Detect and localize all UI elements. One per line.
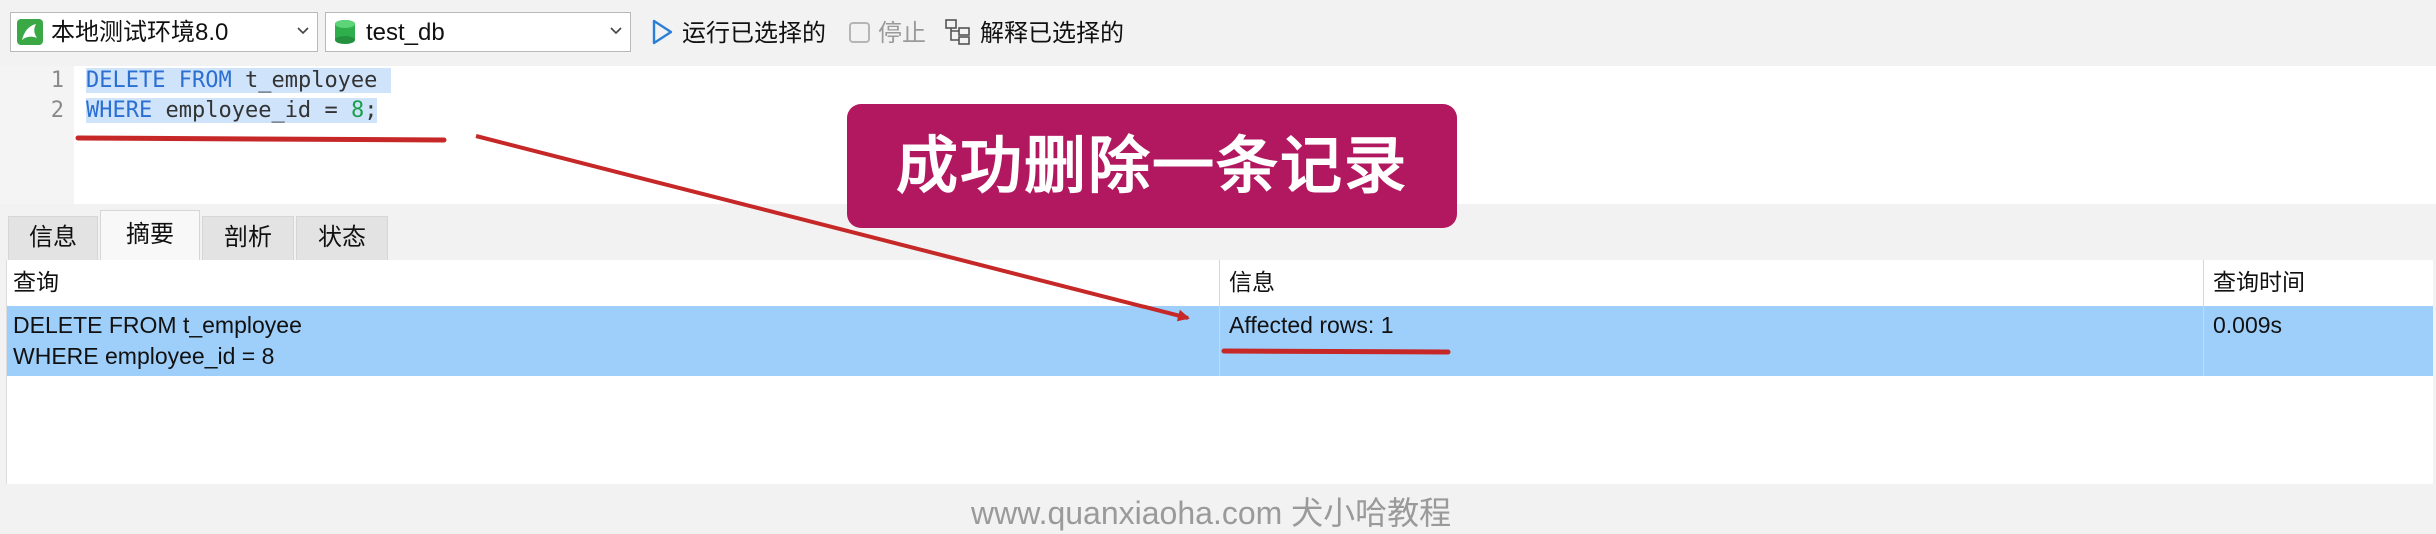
number-literal: 8 xyxy=(350,98,365,123)
result-panel: 信息 摘要 剖析 状态 查询 信息 查询时间 DELETE FROM t_emp… xyxy=(0,204,2436,531)
grid-header: 查询 信息 查询时间 xyxy=(7,260,2433,300)
sql-keyword: DELETE xyxy=(86,68,166,93)
tab-info[interactable]: 信息 xyxy=(8,216,98,260)
column-name: employee_id xyxy=(165,98,312,123)
play-icon xyxy=(652,19,673,45)
column-divider[interactable] xyxy=(1219,260,1220,376)
explain-tree-icon xyxy=(945,19,970,45)
chevron-down-icon xyxy=(297,27,309,35)
table-row[interactable]: DELETE FROM t_employee WHERE employee_id… xyxy=(7,306,2433,376)
connection-label: 本地测试环境8.0 xyxy=(51,19,229,46)
semicolon: ; xyxy=(364,98,378,123)
column-divider[interactable] xyxy=(2203,260,2204,376)
toolbar: 本地测试环境8.0 test_db 运行已选择的 停止 解释已选择的 xyxy=(0,0,2436,66)
query-line: WHERE employee_id = 8 xyxy=(13,343,275,369)
callout-text: 成功删除一条记录 xyxy=(895,129,1408,202)
column-header-info[interactable]: 信息 xyxy=(1223,260,1275,300)
column-header-time[interactable]: 查询时间 xyxy=(2207,260,2305,300)
database-label: test_db xyxy=(366,19,445,46)
database-icon xyxy=(335,20,355,44)
tab-status[interactable]: 状态 xyxy=(296,216,388,260)
line-number-gutter: 1 2 xyxy=(0,66,74,204)
table-name: t_employee xyxy=(244,68,378,93)
sql-keyword: FROM xyxy=(178,68,232,93)
mysql-connection-icon xyxy=(17,19,43,45)
stop-label: 停止 xyxy=(878,20,926,47)
query-line: DELETE FROM t_employee xyxy=(13,312,302,338)
line-number: 2 xyxy=(50,98,64,123)
sql-keyword: WHERE xyxy=(86,98,153,123)
code-line-2: WHERE employee_id = 8; xyxy=(86,96,378,126)
line-number: 1 xyxy=(50,68,64,93)
run-selected-button[interactable]: 运行已选择的 xyxy=(648,12,833,52)
chevron-down-icon xyxy=(610,27,622,35)
explain-selected-label: 解释已选择的 xyxy=(980,20,1124,47)
watermark: www.quanxiaoha.com 犬小哈教程 xyxy=(971,495,1452,531)
database-select[interactable]: test_db xyxy=(325,12,631,52)
code-line-1: DELETE FROM t_employee xyxy=(86,66,391,96)
query-cell: DELETE FROM t_employee WHERE employee_id… xyxy=(7,306,1217,376)
tab-profile[interactable]: 剖析 xyxy=(202,216,294,260)
tab-summary[interactable]: 摘要 xyxy=(100,210,200,260)
connection-select[interactable]: 本地测试环境8.0 xyxy=(10,12,318,52)
stop-button[interactable]: 停止 xyxy=(846,12,930,52)
column-header-query[interactable]: 查询 xyxy=(7,260,59,300)
success-callout: 成功删除一条记录 xyxy=(847,104,1457,228)
info-cell: Affected rows: 1 xyxy=(1229,312,1394,338)
result-grid: 查询 信息 查询时间 DELETE FROM t_employee WHERE … xyxy=(6,260,2433,531)
time-cell: 0.009s xyxy=(2213,312,2283,338)
operator: = xyxy=(324,98,338,123)
run-selected-label: 运行已选择的 xyxy=(682,20,826,47)
stop-icon xyxy=(849,22,870,43)
explain-selected-button[interactable]: 解释已选择的 xyxy=(944,12,1130,52)
